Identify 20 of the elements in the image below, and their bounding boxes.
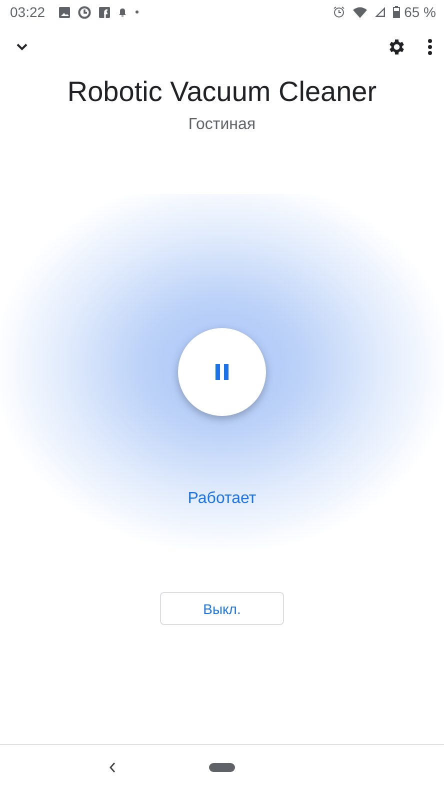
chevron-down-icon <box>16 43 28 51</box>
battery-level: 65 % <box>404 4 436 20</box>
dot-icon <box>135 10 140 14</box>
battery-icon <box>393 6 400 18</box>
more-vertical-icon <box>428 39 432 55</box>
clock-circle-icon <box>78 6 92 18</box>
bell-icon <box>118 7 128 17</box>
home-button[interactable] <box>208 762 235 772</box>
off-button[interactable]: Выкл. <box>160 592 284 625</box>
square-f-icon <box>99 6 110 18</box>
status-time: 03:22 <box>10 4 46 20</box>
pause-icon <box>214 364 230 380</box>
room-name: Гостиная <box>187 116 257 134</box>
wifi-icon <box>353 6 368 18</box>
back-icon <box>109 762 116 772</box>
device-title: Robotic Vacuum Cleaner <box>66 75 378 109</box>
image-icon <box>59 6 70 18</box>
status-label: Работает <box>188 490 256 508</box>
signal-icon <box>375 7 386 17</box>
alarm-icon <box>333 6 346 18</box>
